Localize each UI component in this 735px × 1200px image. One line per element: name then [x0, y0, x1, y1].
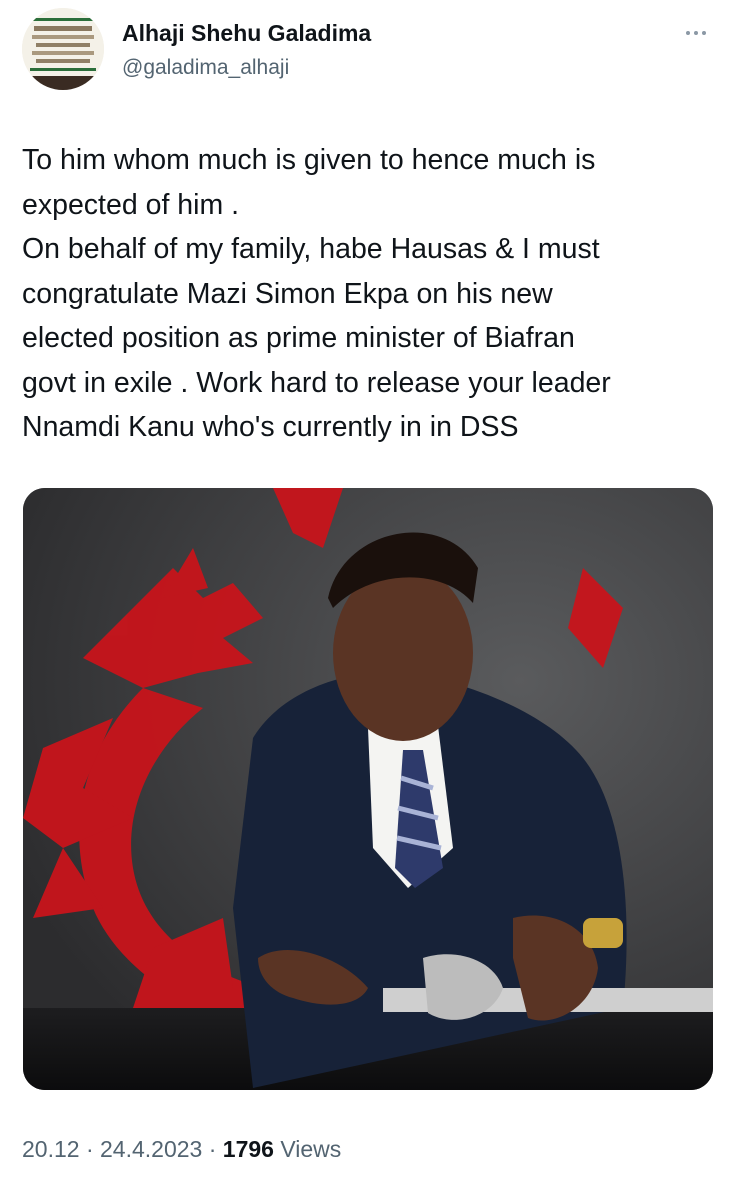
- meta-separator: ·: [208, 1136, 217, 1162]
- tweet-date[interactable]: 24.4.2023: [100, 1136, 202, 1162]
- views-label: Views: [280, 1136, 342, 1162]
- author-handle[interactable]: @galadima_alhaji: [122, 56, 289, 80]
- more-dot: [686, 31, 690, 35]
- photo-man-with-red-dragon-illustration: [23, 488, 713, 1090]
- tweet-media-image[interactable]: [23, 488, 713, 1090]
- more-options-icon[interactable]: [676, 18, 716, 48]
- tweet-metadata: 20.12 · 24.4.2023 · 1796 Views: [22, 1136, 341, 1163]
- calligraphy-avatar-image: [22, 8, 104, 90]
- more-dot: [702, 31, 706, 35]
- author-display-name[interactable]: Alhaji Shehu Galadima: [122, 20, 371, 47]
- tweet-time[interactable]: 20.12: [22, 1136, 80, 1162]
- more-dot: [694, 31, 698, 35]
- views-count: 1796: [222, 1136, 274, 1162]
- tweet-text: To him whom much is given to hence much …: [22, 144, 611, 443]
- meta-separator: ·: [85, 1136, 94, 1162]
- avatar[interactable]: [22, 8, 104, 90]
